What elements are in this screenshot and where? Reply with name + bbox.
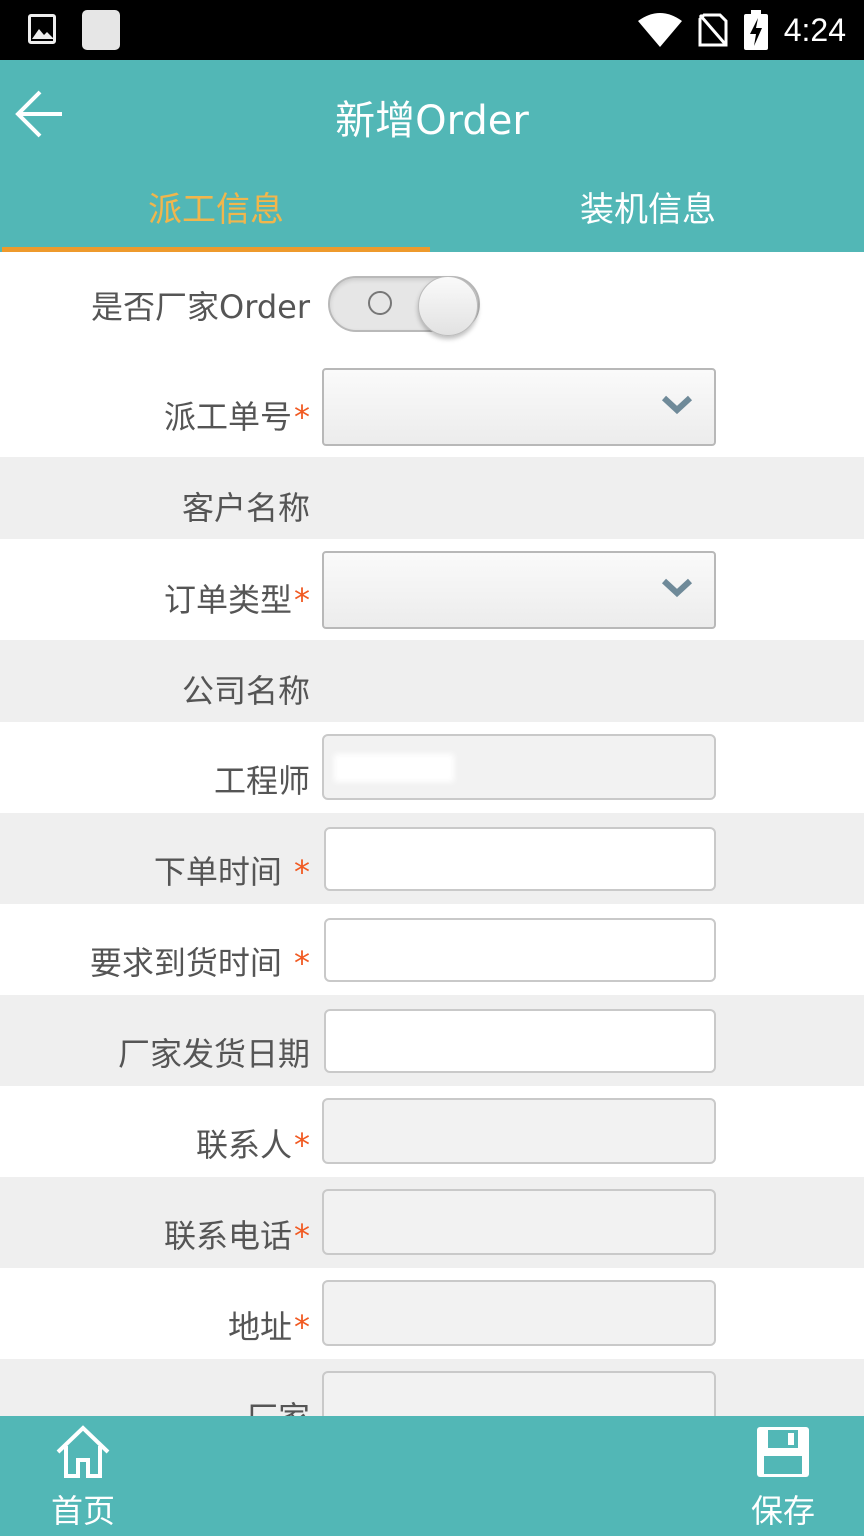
customer-name-label: 客户名称 <box>181 489 310 527</box>
order-time-field[interactable] <box>324 827 716 891</box>
required-arrival-field[interactable] <box>324 918 716 982</box>
dispatch-no-label: 派工单号* <box>163 398 310 436</box>
tab-dispatch-info[interactable]: 派工信息 <box>0 170 432 252</box>
save-icon <box>757 1427 809 1477</box>
required-mark: * <box>294 853 310 891</box>
home-icon <box>56 1425 110 1478</box>
contact-label: 联系人* <box>195 1126 310 1164</box>
home-label: 首页 <box>50 1492 115 1530</box>
ship-date-row: 厂家发货日期 <box>0 995 864 1086</box>
company-name-row: 公司名称 <box>0 640 864 722</box>
manufacturer-field[interactable] <box>322 1371 716 1416</box>
required-arrival-row: 要求到货时间 * <box>0 904 864 995</box>
status-time: 4:24 <box>783 11 846 48</box>
order-time-row: 下单时间 * <box>0 813 864 904</box>
tab-install-info[interactable]: 装机信息 <box>432 170 864 252</box>
manufacturer-order-toggle[interactable] <box>328 276 480 336</box>
contact-field[interactable] <box>322 1098 716 1164</box>
manufacturer-order-row: 是否厂家Order <box>0 252 864 362</box>
dispatch-no-select[interactable] <box>322 368 716 446</box>
company-name-label: 公司名称 <box>181 672 310 710</box>
phone-field[interactable] <box>322 1189 716 1255</box>
status-bar: 4:24 <box>0 0 864 60</box>
notification-icon <box>82 10 120 50</box>
order-type-row: 订单类型* <box>0 539 864 640</box>
manufacturer-row: 厂家 <box>0 1359 864 1416</box>
customer-name-row: 客户名称 <box>0 457 864 539</box>
required-mark: * <box>294 1126 310 1164</box>
phone-label: 联系电话* <box>163 1217 310 1255</box>
chevron-down-icon <box>661 395 693 415</box>
ship-date-label: 厂家发货日期 <box>117 1035 310 1073</box>
manufacturer-order-label: 是否厂家Order <box>91 288 310 326</box>
toggle-knob <box>418 276 478 336</box>
required-mark: * <box>294 1217 310 1255</box>
tab-bar: 派工信息 装机信息 <box>0 170 864 252</box>
toggle-off-icon <box>368 291 392 315</box>
phone-row: 联系电话* <box>0 1177 864 1268</box>
engineer-row: 工程师 <box>0 722 864 813</box>
required-mark: * <box>294 944 310 982</box>
required-mark: * <box>294 1308 310 1346</box>
required-mark: * <box>294 398 310 436</box>
app-bar: 新增Order <box>0 60 864 170</box>
address-field[interactable] <box>322 1280 716 1346</box>
dispatch-no-row: 派工单号* <box>0 362 864 457</box>
engineer-label: 工程师 <box>213 762 310 800</box>
ship-date-field[interactable] <box>324 1009 716 1073</box>
bottom-nav: 首页 保存 <box>0 1416 864 1536</box>
order-type-label: 订单类型* <box>163 581 310 619</box>
battery-charging-icon <box>743 10 768 50</box>
address-label: 地址* <box>227 1308 310 1346</box>
save-label: 保存 <box>750 1492 815 1530</box>
gallery-notification-icon <box>28 14 56 44</box>
order-time-label: 下单时间 * <box>153 853 310 891</box>
page-title: 新增Order <box>335 98 529 144</box>
home-button[interactable]: 首页 <box>28 1424 138 1532</box>
chevron-down-icon <box>661 578 693 598</box>
engineer-field <box>322 734 716 800</box>
redacted-value <box>334 754 454 782</box>
required-arrival-label: 要求到货时间 * <box>89 944 310 982</box>
contact-row: 联系人* <box>0 1086 864 1177</box>
address-row: 地址* <box>0 1268 864 1359</box>
order-form: 是否厂家Order 派工单号* 客户名称 订单类型* 公司名称 工程师 下单时间… <box>0 252 864 1416</box>
required-mark: * <box>294 581 310 619</box>
no-sim-icon <box>698 13 728 47</box>
manufacturer-label: 厂家 <box>246 1393 310 1416</box>
order-type-select[interactable] <box>322 551 716 629</box>
save-button[interactable]: 保存 <box>728 1424 838 1532</box>
wifi-icon <box>637 13 682 47</box>
